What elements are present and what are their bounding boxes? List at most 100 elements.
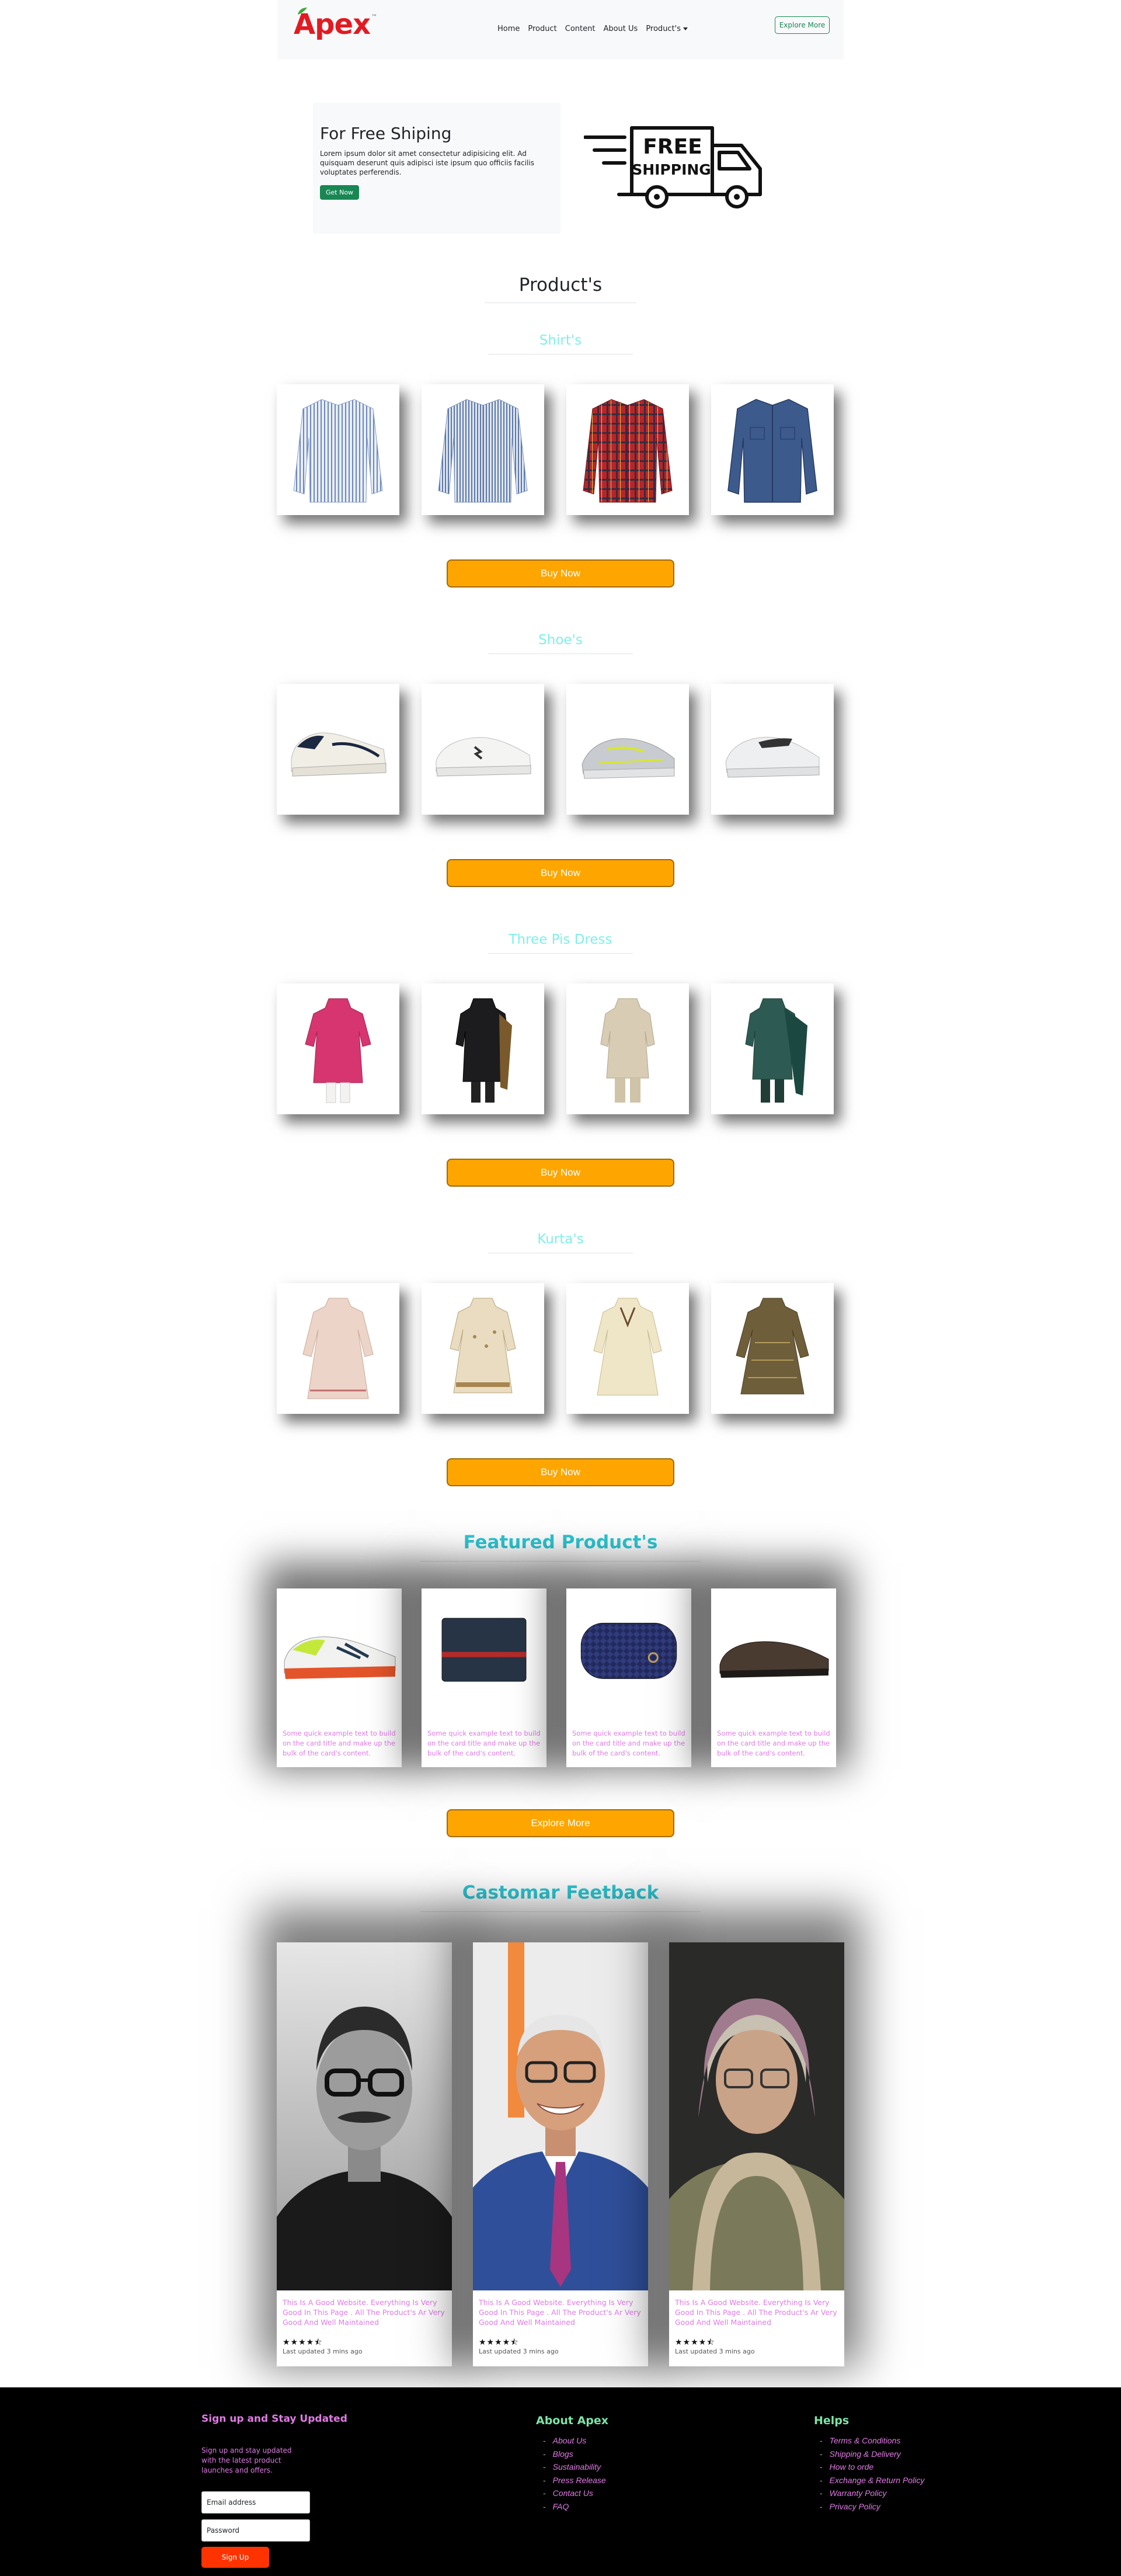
- footer-link-how-to-order[interactable]: How to orde: [820, 2460, 924, 2474]
- footer-link-warranty[interactable]: Warranty Policy: [820, 2487, 924, 2500]
- category-heading-three-pis-dress: Three Pis Dress: [509, 932, 612, 947]
- green-dress-image: [745, 998, 807, 1103]
- nav-about-us[interactable]: About Us: [599, 25, 642, 33]
- password-field[interactable]: [201, 2519, 310, 2542]
- product-card-shoe-3[interactable]: [566, 684, 689, 815]
- nav-product[interactable]: Product: [524, 25, 560, 33]
- trademark: ™: [371, 14, 378, 20]
- chevron-down-icon: [683, 27, 688, 30]
- sneaker-image: [725, 736, 820, 778]
- product-card-dress-3[interactable]: [566, 983, 689, 1114]
- wallet-image: [441, 1618, 527, 1682]
- footer-link-faq[interactable]: FAQ: [543, 2500, 606, 2514]
- footer-link-about-us[interactable]: About Us: [543, 2434, 606, 2448]
- customer-photo: [669, 1942, 844, 2290]
- hero-title: For Free Shiping: [320, 124, 452, 143]
- nav-content[interactable]: Content: [561, 25, 600, 33]
- product-card-kurta-4[interactable]: [711, 1283, 834, 1414]
- free-shipping-truck-icon: FREE SHIPPING: [584, 126, 762, 208]
- product-card-kurta-3[interactable]: [566, 1283, 689, 1414]
- brand-logo[interactable]: Apex ™: [294, 8, 378, 39]
- product-card-shirt-1[interactable]: [277, 384, 399, 515]
- featured-card-3[interactable]: Some quick example text to build on the …: [566, 1588, 691, 1767]
- buy-now-shirts-button[interactable]: Buy Now: [447, 559, 674, 587]
- kurta-image: [302, 1298, 374, 1399]
- helps-title: Helps: [814, 2414, 850, 2427]
- buy-now-kurtas-button[interactable]: Buy Now: [447, 1458, 674, 1486]
- navbar: Apex ™ Home Product Content About Us Pro…: [277, 0, 844, 60]
- product-card-shirt-2[interactable]: [422, 384, 544, 515]
- product-card-dress-1[interactable]: [277, 983, 399, 1114]
- footer-link-exchange-return[interactable]: Exchange & Return Policy: [820, 2474, 925, 2487]
- sign-up-button[interactable]: Sign Up: [201, 2547, 269, 2568]
- footer-link-contact-us[interactable]: Contact Us: [543, 2487, 606, 2500]
- divider: [420, 1561, 701, 1562]
- product-card-shoe-1[interactable]: [277, 684, 399, 815]
- feedback-heading: Castomar Feetback: [462, 1882, 659, 1903]
- footer-link-blogs[interactable]: Blogs: [543, 2448, 606, 2461]
- running-shoe-image: [582, 738, 675, 779]
- featured-card-4[interactable]: Some quick example text to build on the …: [711, 1588, 836, 1767]
- kurta-image: [593, 1298, 662, 1396]
- get-now-button[interactable]: Get Now: [320, 185, 360, 200]
- buy-now-dress-button[interactable]: Buy Now: [447, 1159, 674, 1187]
- email-field[interactable]: [201, 2491, 310, 2514]
- products-heading: Product's: [518, 274, 603, 296]
- product-card-shirt-3[interactable]: [566, 384, 689, 515]
- footer-link-privacy[interactable]: Privacy Policy: [820, 2500, 924, 2514]
- truck-shipping-text: SHIPPING: [632, 161, 711, 178]
- nav-home[interactable]: Home: [493, 25, 524, 33]
- explore-more-button[interactable]: Explore More: [447, 1809, 674, 1837]
- feedback-card-3: This Is A Good Website. Everything Is Ve…: [669, 1942, 844, 2366]
- featured-image: [566, 1588, 691, 1711]
- feedback-text: This Is A Good Website. Everything Is Ve…: [283, 2298, 445, 2327]
- featured-card-text: Some quick example text to build on the …: [283, 1729, 396, 1757]
- signup-title: Sign up and Stay Updated: [201, 2413, 347, 2425]
- customer-photo: [277, 1942, 452, 2290]
- about-links: About Us Blogs Sustainability Press Rele…: [543, 2434, 606, 2513]
- nav-products-label: Product's: [646, 25, 681, 33]
- product-card-kurta-1[interactable]: [277, 1283, 399, 1414]
- nav-products-dropdown[interactable]: Product's: [642, 25, 692, 33]
- product-card-shirt-4[interactable]: [711, 384, 834, 515]
- footer-link-sustainability[interactable]: Sustainability: [543, 2460, 606, 2474]
- plaid-shirt-image: [583, 399, 673, 503]
- featured-card-2[interactable]: Some quick example text to build on the …: [422, 1588, 546, 1767]
- featured-image: [422, 1588, 546, 1711]
- help-links: Terms & Conditions Shipping & Delivery H…: [820, 2434, 925, 2514]
- striped-shirt-image: [293, 399, 383, 503]
- buy-now-shoes-button[interactable]: Buy Now: [447, 859, 674, 887]
- featured-card-1[interactable]: Some quick example text to build on the …: [277, 1588, 402, 1767]
- kurta-image: [450, 1298, 516, 1393]
- featured-image: [277, 1588, 402, 1711]
- divider: [488, 653, 633, 654]
- footer-link-terms[interactable]: Terms & Conditions: [820, 2434, 924, 2448]
- product-card-dress-4[interactable]: [711, 983, 834, 1114]
- product-card-shoe-4[interactable]: [711, 684, 834, 815]
- truck-free-text: FREE: [643, 135, 702, 159]
- featured-heading: Featured Product's: [463, 1532, 658, 1553]
- footer-link-shipping[interactable]: Shipping & Delivery: [820, 2448, 924, 2461]
- kurta-image: [736, 1298, 809, 1395]
- black-dress-image: [455, 998, 512, 1103]
- featured-card-text: Some quick example text to build on the …: [717, 1729, 830, 1757]
- about-title: About Apex: [536, 2414, 609, 2427]
- clutch-bag-image: [580, 1622, 677, 1679]
- footer-link-press-release[interactable]: Press Release: [543, 2474, 606, 2487]
- product-card-dress-2[interactable]: [422, 983, 544, 1114]
- product-card-shoe-2[interactable]: [422, 684, 544, 815]
- last-updated: Last updated 3 mins ago: [479, 2348, 559, 2355]
- divider: [420, 1911, 701, 1912]
- customer-photo: [473, 1942, 648, 2290]
- feedback-text: This Is A Good Website. Everything Is Ve…: [675, 2298, 837, 2327]
- last-updated: Last updated 3 mins ago: [283, 2348, 363, 2355]
- hero-text: Lorem ipsum dolor sit amet consectetur a…: [320, 150, 534, 176]
- explore-more-nav-button[interactable]: Explore More: [775, 16, 830, 34]
- category-heading-kurtas: Kurta's: [537, 1232, 584, 1247]
- featured-image: [711, 1588, 836, 1711]
- product-card-kurta-2[interactable]: [422, 1283, 544, 1414]
- sport-shoe-image: [284, 1636, 396, 1679]
- feedback-card-2: This Is A Good Website. Everything Is Ve…: [473, 1942, 648, 2366]
- featured-card-text: Some quick example text to build on the …: [572, 1729, 685, 1757]
- category-heading-shoes: Shoe's: [538, 632, 583, 648]
